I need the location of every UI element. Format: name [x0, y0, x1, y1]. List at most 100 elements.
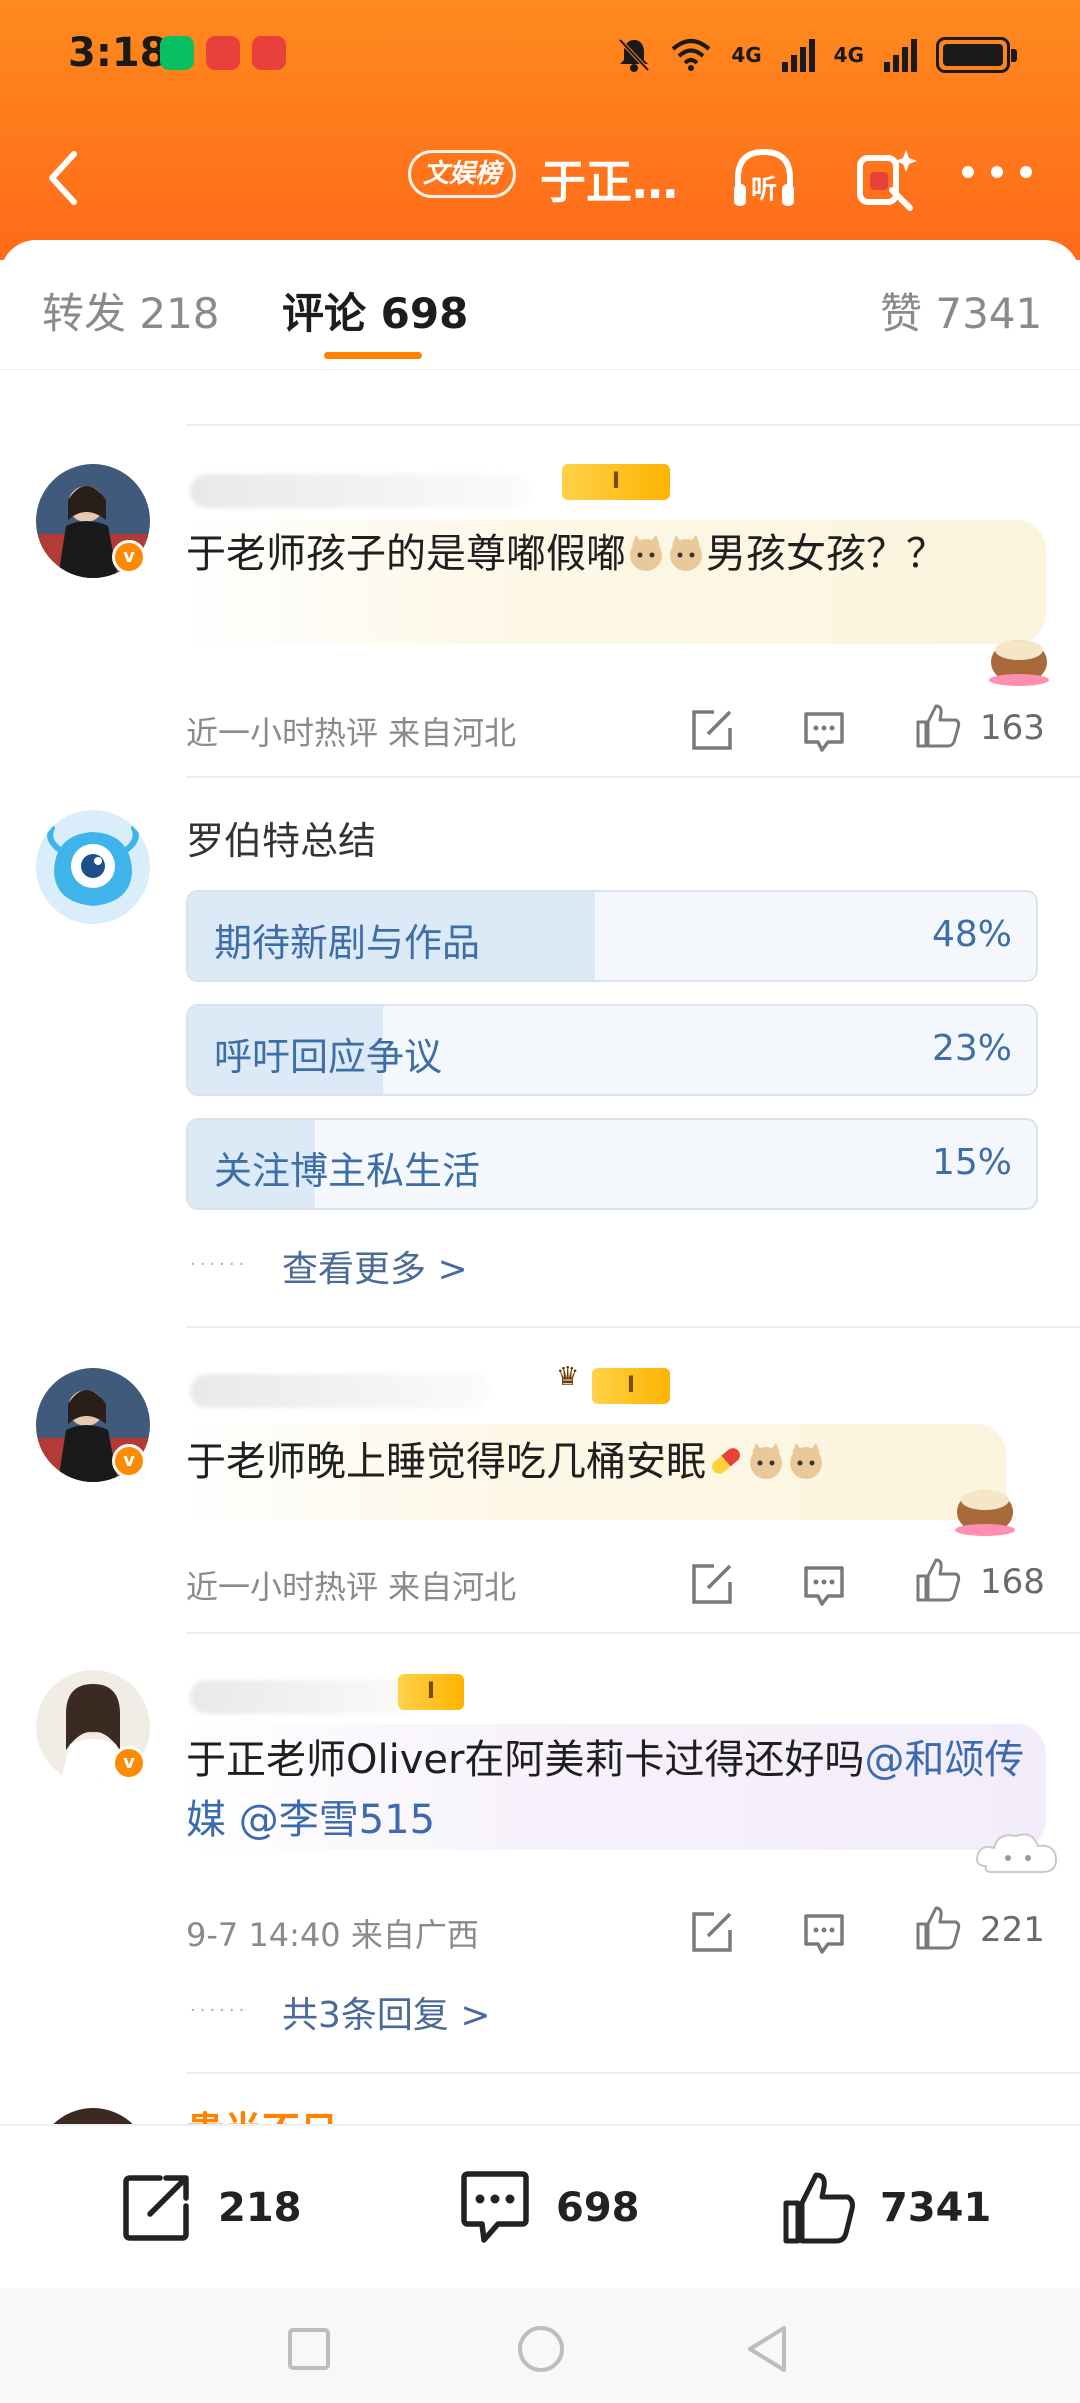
verified-badge-icon: v	[112, 1444, 146, 1478]
tab-comments[interactable]: 评论 698	[282, 280, 468, 341]
wifi-icon	[671, 39, 711, 71]
coconut-sticker-icon	[955, 1490, 1015, 1536]
comment-body: 于正老师Oliver在阿美莉卡过得还好吗	[186, 1737, 865, 1783]
dot-icon	[962, 166, 974, 178]
reply-icon[interactable]	[800, 706, 848, 754]
username-redacted	[190, 474, 530, 508]
divider	[186, 424, 1080, 426]
dot-icon	[1020, 166, 1032, 178]
pill-emoji-icon	[706, 1438, 746, 1478]
view-more-link[interactable]: 查看更多 >	[282, 1240, 468, 1292]
clipped-reply-link[interactable]: ···	[282, 372, 316, 383]
divider	[186, 1326, 1080, 1328]
ai-search-icon[interactable]	[852, 144, 924, 214]
tab-bar: 转发 218 评论 698 赞 7341	[0, 240, 1080, 370]
app-notification-icon	[206, 36, 240, 70]
poll-option-3[interactable]: 关注博主私生活 15%	[186, 1118, 1038, 1210]
level-text: I	[426, 1679, 436, 1704]
tab-repost[interactable]: 转发 218	[42, 280, 220, 341]
comment-list: ··· v I 于老师孩子的是尊嘟假嘟 男孩女孩？？ 近一小时热评 来自河北	[0, 372, 1080, 2124]
comment-count: 698	[556, 2185, 640, 2231]
username-partial: 贵半不日	[186, 2100, 338, 2124]
thumbs-up-icon[interactable]	[914, 1904, 962, 1952]
poll-option-percent: 23%	[931, 1028, 1012, 1069]
cat-emoji-icon	[746, 1438, 786, 1479]
comment-text[interactable]: 于正老师Oliver在阿美莉卡过得还好吗@和颂传媒 @李雪515	[186, 1730, 1026, 1850]
poll-option-label: 关注博主私生活	[214, 1149, 481, 1193]
reply-icon[interactable]	[800, 1908, 848, 1956]
like-button[interactable]: 7341	[780, 2168, 991, 2248]
divider	[186, 1632, 1080, 1634]
level-text: I	[611, 469, 621, 494]
dots-separator: ······	[190, 1254, 249, 1275]
status-time: 3:18	[68, 30, 168, 76]
like-count: 163	[980, 708, 1045, 748]
avatar-partial[interactable]	[36, 2108, 150, 2124]
username-redacted	[190, 1374, 490, 1408]
comment-body: 于老师孩子的是尊嘟假嘟	[186, 531, 626, 577]
nav-bar: 文娱榜 于正… 听	[0, 130, 1080, 220]
comment-meta: 9-7 14:40 来自广西	[186, 1916, 479, 1954]
thumbs-up-icon[interactable]	[914, 702, 962, 750]
mute-bell-icon	[618, 38, 650, 72]
tab-likes[interactable]: 赞 7341	[880, 280, 1042, 341]
app-notification-icon-2	[252, 36, 286, 70]
poll-option-2[interactable]: 呼吁回应争议 23%	[186, 1004, 1038, 1096]
back-nav-icon[interactable]	[744, 2324, 790, 2374]
comment-meta: 近一小时热评 来自河北	[186, 714, 517, 752]
poll-option-1[interactable]: 期待新剧与作品 48%	[186, 890, 1038, 982]
crown-icon: ♛	[556, 1362, 580, 1392]
poll-option-label: 呼吁回应争议	[214, 1035, 443, 1079]
poll-author-name: 罗伯特总结	[186, 819, 377, 863]
like-count: 168	[980, 1562, 1045, 1602]
listen-label: 听	[751, 175, 777, 205]
status-indicators: 4G 4G	[617, 30, 1017, 80]
comment-icon	[461, 2171, 529, 2243]
battery-icon	[936, 37, 1017, 73]
replies-link[interactable]: 共3条回复 >	[282, 1986, 491, 2038]
like-total: 7341	[880, 2185, 992, 2231]
back-arrow-icon[interactable]	[36, 148, 96, 208]
top-header: 3:18 4G 4G 文娱榜 于正… 听	[0, 0, 1080, 260]
cloud-sticker-icon	[976, 1833, 1058, 1873]
listen-headphone-icon[interactable]: 听	[728, 144, 800, 214]
network-type-2: 4G	[833, 43, 864, 67]
recent-apps-icon[interactable]	[286, 2326, 332, 2372]
cat-emoji-icon	[666, 530, 706, 571]
like-icon	[783, 2172, 855, 2244]
signal-icon	[781, 39, 815, 72]
more-menu-button[interactable]	[962, 166, 1032, 186]
level-text: I	[626, 1373, 636, 1398]
comment-text[interactable]: 于老师孩子的是尊嘟假嘟 男孩女孩？？	[186, 524, 1026, 584]
coconut-sticker-icon	[989, 640, 1049, 686]
page-title: 于正…	[540, 155, 678, 209]
share-icon[interactable]	[688, 1908, 736, 1956]
mention-link[interactable]: @李雪515	[239, 1797, 435, 1843]
comment-body: 于老师晚上睡觉得吃几桶安眠	[186, 1439, 706, 1485]
wechat-icon	[160, 36, 194, 70]
robot-avatar[interactable]	[36, 810, 150, 924]
dots-separator: ······	[190, 2000, 249, 2021]
comment-button[interactable]: 698	[456, 2168, 640, 2248]
divider	[186, 776, 1080, 778]
fan-level-badge: I	[592, 1368, 670, 1404]
repost-button[interactable]: 218	[120, 2168, 302, 2248]
thumbs-up-icon[interactable]	[914, 1556, 962, 1604]
share-icon[interactable]	[688, 706, 736, 754]
comment-text[interactable]: 于老师晚上睡觉得吃几桶安眠	[186, 1432, 1026, 1492]
verified-badge-icon: v	[112, 1746, 146, 1780]
poll-option-percent: 15%	[931, 1142, 1012, 1183]
divider	[186, 2072, 1080, 2074]
share-icon[interactable]	[688, 1560, 736, 1608]
dot-icon	[991, 166, 1003, 178]
network-type-1: 4G	[731, 43, 762, 67]
channel-badge[interactable]: 文娱榜	[408, 150, 517, 198]
cat-emoji-icon	[626, 530, 666, 571]
reply-icon[interactable]	[800, 1560, 848, 1608]
poll-option-label: 期待新剧与作品	[214, 921, 481, 965]
comment-meta: 近一小时热评 来自河北	[186, 1568, 517, 1606]
verified-badge-icon: v	[112, 540, 146, 574]
fan-level-badge: I	[398, 1674, 464, 1710]
fan-level-badge: I	[562, 464, 670, 500]
home-icon[interactable]	[516, 2324, 566, 2374]
